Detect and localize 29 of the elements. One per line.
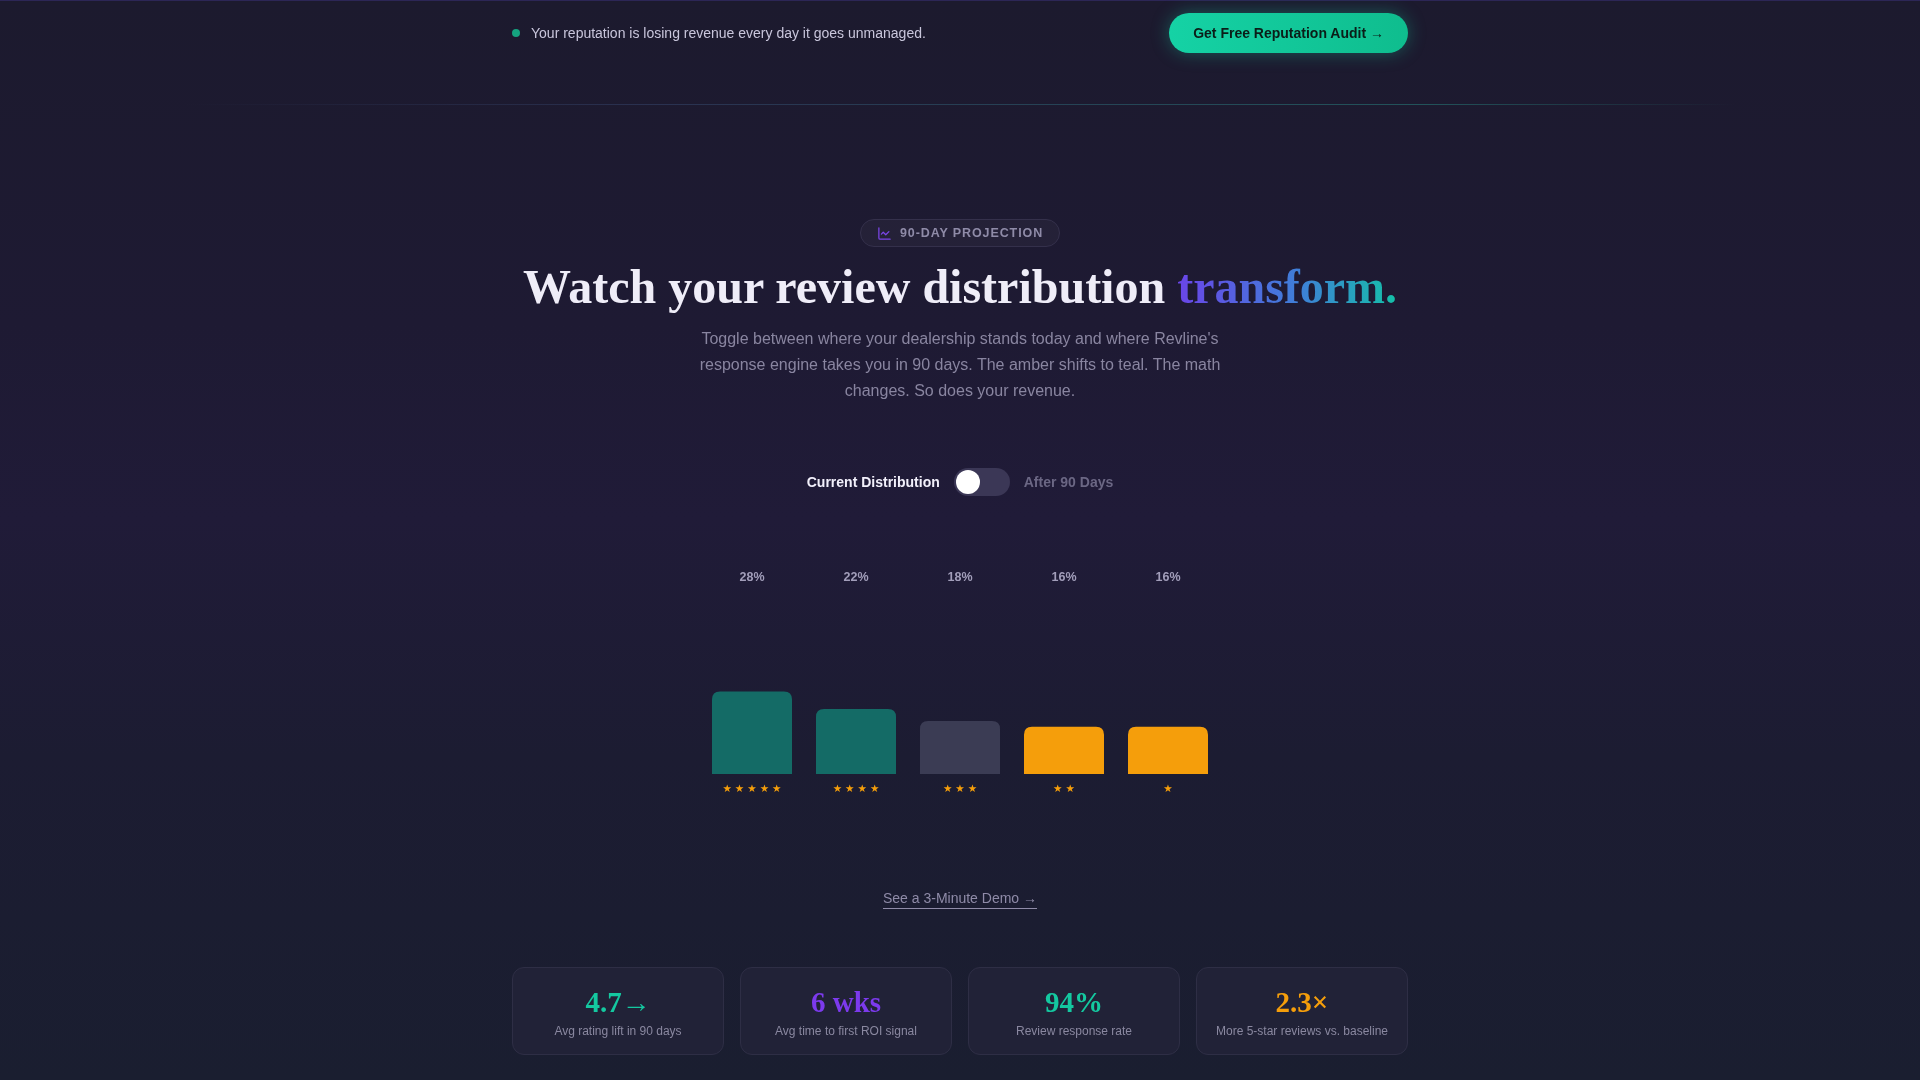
value-label: 16% bbox=[1051, 570, 1077, 585]
notice-text: Your reputation is losing revenue every day it goes unmanaged. bbox=[531, 25, 926, 41]
line-chart-icon bbox=[876, 225, 892, 241]
audit-button[interactable]: Get Free Reputation Audit → bbox=[1169, 13, 1408, 53]
stat-value: 2.3× bbox=[1275, 985, 1329, 1019]
stat-value: 4.7→ bbox=[585, 985, 651, 1019]
stat-label: Review response rate bbox=[1015, 1023, 1133, 1040]
star-rating-label: ★★★★★ bbox=[722, 782, 785, 794]
value-label: 18% bbox=[947, 570, 973, 585]
hero-title: Watch your review distribution transform. bbox=[522, 259, 1398, 315]
stat-label: More 5-star reviews vs. baseline bbox=[1215, 1023, 1389, 1040]
status-dot-icon bbox=[512, 29, 520, 37]
stat-value: 6 wks bbox=[810, 985, 882, 1019]
toggle-switch[interactable] bbox=[953, 468, 1010, 496]
demo-link[interactable]: See a 3-Minute Demo → bbox=[882, 889, 1038, 909]
value-label: 16% bbox=[1155, 570, 1181, 585]
badge-label: 90-DAY PROJECTION bbox=[899, 226, 1044, 240]
stat-value: 94% bbox=[1045, 985, 1103, 1019]
stat-label: Avg time to first ROI signal bbox=[775, 1023, 917, 1040]
toggle-label: Current Distribution bbox=[806, 474, 940, 490]
star-rating-label: ★★★★ bbox=[832, 782, 883, 794]
star-rating-label: ★ bbox=[1163, 782, 1176, 794]
toggle-label: After 90 Days bbox=[1023, 474, 1114, 490]
star-rating-label: ★★★ bbox=[942, 782, 981, 794]
stat-label: Avg rating lift in 90 days bbox=[554, 1023, 682, 1040]
value-label: 28% bbox=[739, 570, 765, 585]
hero-subtitle: Toggle between where your dealership stands today and where Revline's response engine takes you in 90 days. The amber shifts to teal. The math changes. So does your revenue. bbox=[698, 329, 1222, 401]
star-rating-label: ★★ bbox=[1053, 782, 1078, 794]
value-label: 22% bbox=[843, 570, 869, 585]
